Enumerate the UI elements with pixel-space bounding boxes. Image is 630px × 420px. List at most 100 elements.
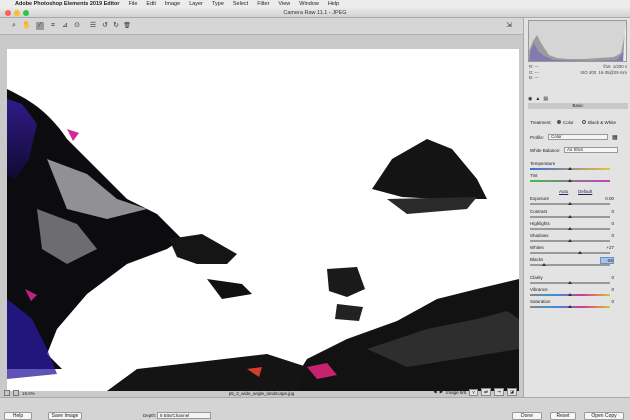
temperature-slider-thumb[interactable] (568, 167, 572, 170)
contrast-slider-thumb[interactable] (568, 215, 572, 218)
menu-filter[interactable]: Filter (257, 1, 269, 7)
exposure-label: Exposure (530, 196, 550, 201)
toggle-settings-icon[interactable]: ◪ (506, 388, 517, 396)
red-eye-tool-icon[interactable]: ⊙ (73, 22, 81, 30)
fullscreen-icon[interactable]: ⇲ (506, 22, 514, 30)
detail-tab-icon[interactable]: ▲ (535, 96, 540, 102)
shutter-speed: 1/200 s (612, 64, 627, 69)
depth-label: Depth: (143, 413, 157, 418)
help-button[interactable]: Help (4, 412, 32, 420)
adjustments-panel: R: --- f/16 1/200 s G: --- ISO 400 16-35@2… (523, 18, 630, 397)
basic-tab-icon[interactable]: ◉ (528, 96, 532, 102)
menu-type[interactable]: Type (212, 1, 224, 7)
highlights-label: Highlights (530, 221, 550, 226)
vibrance-slider-thumb[interactable] (568, 293, 572, 296)
app-name-menu[interactable]: Adobe Photoshop Elements 2019 Editor (15, 1, 120, 7)
profile-browser-icon[interactable]: ▦ (612, 134, 618, 141)
clarity-value-field[interactable]: 0 (600, 275, 614, 280)
straighten-tool-icon[interactable]: ⊿ (61, 22, 69, 30)
image-preview-area: 19.6% p5_2_wide_angle_landscape.jpg ◀ ▶ … (0, 35, 523, 397)
zoom-tool-icon[interactable]: ⌕ (10, 22, 18, 30)
exposure-slider-thumb[interactable] (568, 202, 572, 205)
rotate-left-icon[interactable]: ↺ (101, 22, 109, 30)
profile-label: Profile: (530, 135, 545, 140)
saturation-label: Saturation (530, 299, 551, 304)
histogram-graph (529, 21, 626, 61)
contrast-label: Contrast (530, 209, 548, 214)
reset-button[interactable]: Reset (550, 412, 576, 420)
clarity-label: Clarity (530, 275, 543, 280)
highlights-value-field[interactable]: 0 (600, 221, 614, 226)
whites-value-field[interactable]: +27 (600, 245, 614, 250)
temperature-label: Temperature (530, 161, 556, 166)
lens: 16-35@29 mm (598, 69, 627, 75)
whites-slider-track[interactable] (530, 252, 610, 254)
vibrance-value-field[interactable]: 0 (600, 287, 614, 292)
camera-calibration-tab-icon[interactable]: ▤ (543, 96, 548, 102)
next-image-icon[interactable]: ▶ (440, 389, 443, 395)
r-value: --- (534, 64, 539, 69)
exposure-value-field[interactable]: 0.00 (600, 196, 614, 201)
histogram (528, 20, 627, 62)
highlights-slider-thumb[interactable] (568, 227, 572, 230)
open-copy-button[interactable]: Open Copy (584, 412, 624, 420)
white-balance-dropdown[interactable]: As Shot (564, 147, 618, 153)
auto-button[interactable]: Auto (559, 189, 568, 194)
shadows-slider-thumb[interactable] (568, 239, 572, 242)
image-navigation: ◀ ▶ Image 6/6 Y ⇄ ⇥ ◪ (433, 388, 517, 396)
menu-file[interactable]: File (129, 1, 138, 7)
treatment-color-radio[interactable] (557, 120, 561, 124)
iso: ISO 400 (580, 69, 597, 75)
white-balance-tool-icon[interactable]: ⁄ (36, 22, 44, 30)
g-value: --- (534, 69, 540, 75)
treatment-label: Treatment: (530, 120, 552, 125)
landscape-image-graphic (7, 89, 519, 391)
previous-image-icon[interactable]: ◀ (433, 389, 436, 395)
menu-help[interactable]: Help (328, 1, 339, 7)
camera-info: R: --- f/16 1/200 s G: --- ISO 400 16-35@2… (529, 64, 627, 81)
aperture: f/16 (603, 64, 611, 69)
whites-label: Whites (530, 245, 544, 250)
blacks-label: Blacks (530, 257, 544, 262)
saturation-slider-thumb[interactable] (568, 305, 572, 308)
default-button[interactable]: Default (578, 189, 592, 194)
menu-edit[interactable]: Edit (146, 1, 155, 7)
white-balance-label: White Balance: (530, 148, 561, 153)
window-title-bar: Camera Raw 11.1 - JPEG (0, 8, 630, 18)
blacks-slider-thumb[interactable] (541, 263, 546, 266)
swap-settings-icon[interactable]: ⇄ (481, 388, 491, 396)
menu-window[interactable]: Window (299, 1, 319, 7)
menu-layer[interactable]: Layer (189, 1, 203, 7)
saturation-value-field[interactable]: 0 (600, 299, 614, 304)
shadows-label: Shadows (530, 233, 549, 238)
landscape-preview-image[interactable] (7, 49, 519, 391)
bottom-bar: Help Save Image Depth: 8 Bits/Channel Do… (0, 397, 630, 420)
save-image-button[interactable]: Save Image (48, 412, 82, 420)
rotate-right-icon[interactable]: ↻ (112, 22, 120, 30)
preferences-icon[interactable]: ☰ (89, 22, 97, 30)
menu-view[interactable]: View (278, 1, 290, 7)
crop-tool-icon[interactable]: ⌗ (49, 22, 57, 30)
blacks-value-field[interactable]: -65 (600, 257, 614, 264)
basic-section-title: Basic (528, 103, 628, 109)
treatment-bw-label: Black & White (588, 120, 617, 125)
trash-icon[interactable]: 🗑 (123, 22, 131, 30)
treatment-color-label: Color (563, 120, 574, 125)
contrast-value-field[interactable]: 0 (600, 209, 614, 214)
done-button[interactable]: Done (512, 412, 542, 420)
hand-tool-icon[interactable]: ✋ (22, 22, 31, 30)
b-label: B: (529, 75, 534, 80)
profile-dropdown[interactable]: Color (548, 134, 608, 140)
copy-settings-icon[interactable]: ⇥ (493, 388, 504, 396)
r-label: R: (529, 64, 534, 69)
clarity-slider-thumb[interactable] (568, 281, 572, 284)
menu-image[interactable]: Image (165, 1, 180, 7)
depth-dropdown[interactable]: 8 Bits/Channel (157, 412, 211, 419)
before-after-view-button[interactable]: Y (469, 388, 479, 396)
tint-slider-thumb[interactable] (568, 179, 572, 182)
menu-select[interactable]: Select (233, 1, 248, 7)
tint-label: Tint (530, 173, 538, 178)
treatment-bw-radio[interactable] (582, 120, 586, 124)
whites-slider-thumb[interactable] (578, 251, 583, 254)
shadows-value-field[interactable]: 0 (600, 233, 614, 238)
